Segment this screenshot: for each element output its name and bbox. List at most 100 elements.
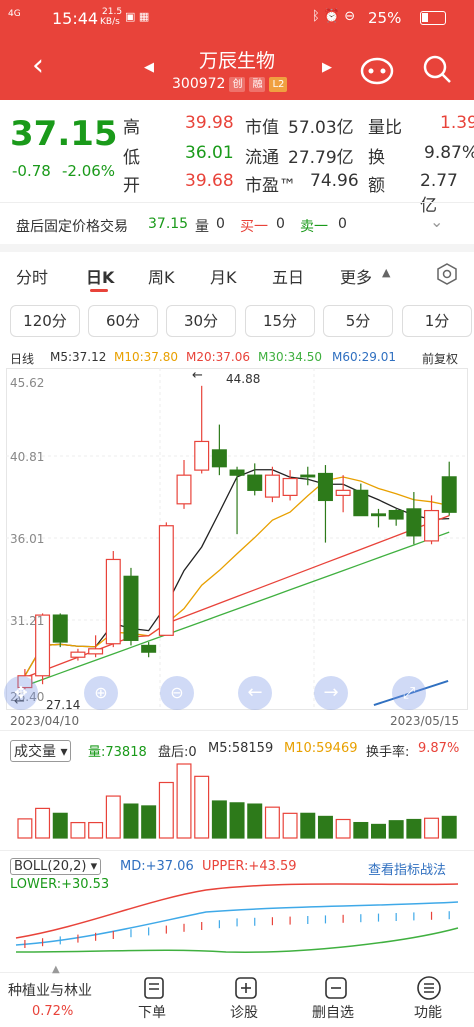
mktcap-value: 57.03亿 (288, 118, 354, 138)
ma10-legend: M10:37.80 (114, 350, 179, 364)
candle-body (371, 513, 386, 517)
tab-weekly[interactable]: 周K (148, 264, 175, 288)
date-start: 2023/04/10 (10, 714, 80, 728)
function-button[interactable]: 功能 (414, 1002, 442, 1022)
badge-chuang: 创 (229, 76, 246, 92)
caret-up-icon[interactable]: ▲ (382, 266, 390, 279)
after-hours-price: 37.15 (148, 216, 189, 232)
pe-label: 市盈™ (245, 176, 296, 196)
volume-bar (388, 820, 404, 839)
candlestick-chart[interactable] (6, 368, 468, 710)
candle-body (211, 449, 227, 468)
sell1-label: 卖一 (300, 219, 328, 235)
chevron-down-icon[interactable]: ⌄ (430, 212, 443, 231)
period-120[interactable]: 120分 (10, 305, 80, 337)
tab-timeshare[interactable]: 分时 (16, 264, 48, 288)
battery-label: 25% (368, 9, 402, 27)
turnover-value: 9.87% (424, 143, 474, 163)
tab-monthly[interactable]: 月K (210, 264, 237, 288)
candle-body (141, 644, 157, 653)
diagnose-button[interactable]: 诊股 (230, 1002, 258, 1022)
order-button[interactable]: 下单 (138, 1002, 166, 1022)
volume-bar (335, 818, 351, 839)
diagnose-icon[interactable] (234, 976, 258, 1000)
high-label: 高 (123, 118, 140, 138)
zoom-out-icon[interactable]: ⊖ (160, 676, 194, 710)
scroll-right-icon[interactable]: → (314, 676, 348, 710)
drag-handle-icon[interactable]: ✥ (4, 676, 38, 710)
volume-bar (282, 812, 298, 839)
period-5[interactable]: 5分 (323, 305, 393, 337)
period-15[interactable]: 15分 (245, 305, 315, 337)
candle-body (229, 469, 245, 476)
adjust-label[interactable]: 前复权 (422, 350, 458, 367)
boll-upper: UPPER:+43.59 (202, 859, 297, 874)
tab-daily[interactable]: 日K (86, 264, 114, 288)
volume-bar (105, 795, 121, 839)
candle-body (88, 648, 104, 655)
candle-body (353, 489, 369, 517)
candle-body (424, 509, 440, 542)
price-change-pct: -2.06% (62, 162, 116, 180)
candle-body (70, 651, 86, 658)
volume-chart[interactable] (6, 758, 468, 840)
divider (0, 730, 474, 731)
ma30-line (24, 531, 450, 687)
tab-fiveday[interactable]: 五日 (272, 264, 304, 288)
robot-icon[interactable] (360, 52, 394, 86)
high-marker: 44.88 (226, 372, 261, 386)
after-vol-value: 0 (216, 216, 225, 232)
scroll-left-icon[interactable]: ← (238, 676, 272, 710)
caret-up-icon: ▲ (52, 964, 60, 975)
high-value: 39.98 (185, 113, 234, 133)
open-label: 开 (123, 176, 140, 196)
volume-bar (300, 812, 316, 839)
low-value: 36.01 (185, 143, 234, 163)
float-label: 流通 (245, 148, 279, 168)
candle-body (264, 474, 280, 498)
candle-body (158, 525, 174, 636)
settings-icon[interactable] (436, 263, 458, 285)
ma20-legend: M20:37.06 (186, 350, 251, 364)
volume-bar (229, 802, 245, 839)
buy1-value: 0 (276, 216, 285, 232)
zoom-in-icon[interactable]: ⊕ (84, 676, 118, 710)
period-1[interactable]: 1分 (402, 305, 472, 337)
menu-icon[interactable] (416, 975, 442, 1001)
indicator-tactics-link[interactable]: 查看指标战法 (368, 859, 446, 878)
boll-chart[interactable] (6, 880, 468, 960)
price-tick-2: 40.81 (10, 450, 45, 464)
section-gap (0, 244, 474, 252)
period-60[interactable]: 60分 (88, 305, 158, 337)
boll-label: BOLL(20,2) (14, 859, 87, 874)
boll-md: MD:+37.06 (120, 859, 194, 874)
ma5-legend: M5:37.12 (50, 350, 107, 364)
turnover-rate-value: 9.87% (418, 741, 460, 756)
volume-bar (88, 821, 104, 839)
volume-bar (70, 821, 86, 839)
volume-bar (158, 781, 174, 839)
boll-indicator-select[interactable]: BOLL(20,2) ▾ (10, 858, 102, 875)
candle-body (176, 474, 192, 505)
open-value: 39.68 (185, 171, 234, 191)
sector-change: 0.72% (32, 1004, 74, 1019)
ma60-legend: M60:29.01 (332, 350, 397, 364)
volume-bar (211, 800, 227, 839)
order-icon[interactable] (143, 976, 165, 1000)
clock: 15:44 (52, 9, 99, 28)
tab-more[interactable]: 更多 (340, 264, 372, 288)
volume-bar (317, 815, 333, 839)
candle-body (105, 558, 121, 645)
search-icon[interactable] (420, 52, 454, 86)
ma30-legend: M30:34.50 (258, 350, 323, 364)
volume-bar (424, 817, 440, 839)
remove-watchlist-button[interactable]: 删自选 (312, 1002, 354, 1022)
period-30[interactable]: 30分 (166, 305, 236, 337)
remove-watchlist-icon[interactable] (324, 976, 348, 1000)
fullscreen-icon[interactable]: ⤢ (392, 676, 426, 710)
low-label: 低 (123, 148, 140, 168)
sector-name[interactable]: 种植业与林业 (8, 980, 92, 1000)
price-tick-4: 31.21 (10, 614, 45, 628)
amount-label: 额 (368, 176, 385, 196)
stock-code: 300972 (172, 76, 226, 92)
